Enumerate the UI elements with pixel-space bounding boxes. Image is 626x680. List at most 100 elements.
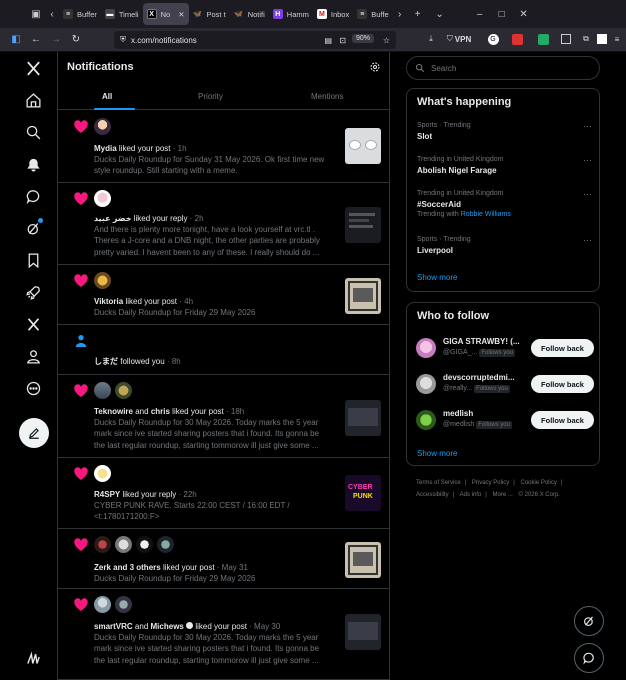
address-bar[interactable]: ⛨ x.com/notifications ▤ ⊡ 90% ☆ — [114, 31, 396, 49]
bookmark-star-icon[interactable]: ☆ — [383, 36, 390, 45]
tab-priority[interactable]: Priority — [198, 92, 223, 101]
more-dots-icon[interactable]: ··· — [583, 235, 592, 245]
reload-icon[interactable]: ↻ — [66, 30, 86, 50]
new-tab-icon[interactable]: + — [407, 9, 429, 20]
browser-tab[interactable]: ≡ Buffe — [353, 3, 392, 25]
explore-search-icon[interactable] — [19, 118, 47, 146]
post-thumbnail[interactable] — [345, 400, 381, 436]
avatar[interactable] — [136, 536, 153, 553]
actor-name[interactable]: chris — [151, 407, 170, 416]
footer-link[interactable]: Ads info — [460, 492, 482, 498]
premium-x-icon[interactable] — [19, 310, 47, 338]
more-options-icon[interactable] — [19, 374, 47, 402]
trend-item[interactable]: Trending in United Kingdom Abolish Nigel… — [417, 155, 592, 176]
site-info-icon[interactable]: ⛨ — [120, 35, 126, 45]
browser-tab[interactable]: H Hamm — [269, 3, 313, 25]
notification-item[interactable]: smartVRC and Michews liked your post · M… — [58, 589, 389, 680]
window-close-icon[interactable]: ✕ — [513, 9, 535, 20]
avatar[interactable] — [115, 382, 132, 399]
browser-tab-active[interactable]: X No ✕ — [142, 3, 189, 25]
profile-icon[interactable] — [19, 342, 47, 370]
avatar[interactable] — [115, 596, 132, 613]
notification-item[interactable]: Viktoria liked your post · 4h Ducks Dail… — [58, 265, 389, 325]
settings-gear-icon[interactable] — [369, 61, 381, 73]
footer-link[interactable]: More ... — [493, 492, 513, 498]
footer-link[interactable]: Terms of Service — [416, 480, 461, 486]
tab-overview-icon[interactable]: ▣ — [27, 5, 45, 23]
grok-float-button[interactable] — [574, 606, 604, 636]
avatar[interactable] — [94, 118, 111, 135]
post-thumbnail[interactable] — [345, 278, 381, 314]
grok-icon[interactable] — [19, 214, 47, 242]
avatar[interactable] — [94, 272, 111, 289]
notification-item[interactable]: Mydia liked your post · 1h Ducks Daily R… — [58, 111, 389, 183]
browser-tab[interactable]: 🦋 Post t — [189, 3, 230, 25]
reader-view-icon[interactable]: ▤ — [324, 36, 332, 45]
avatar[interactable] — [416, 410, 436, 430]
more-dots-icon[interactable]: ··· — [583, 189, 592, 199]
messages-float-button[interactable] — [574, 643, 604, 673]
save-page-icon[interactable]: ⊡ — [339, 36, 346, 45]
footer-link[interactable]: Accessibility — [416, 492, 449, 498]
show-more-link[interactable]: Show more — [417, 449, 457, 458]
notification-item[interactable]: Zerk and 3 others liked your post · May … — [58, 529, 389, 589]
follow-back-button[interactable]: Follow back — [531, 411, 594, 429]
show-more-link[interactable]: Show more — [417, 273, 457, 282]
avatar[interactable] — [115, 536, 132, 553]
search-input[interactable]: Search — [406, 56, 600, 80]
actor-name[interactable]: しまだ — [94, 357, 118, 366]
trending-with-link[interactable]: Robbie Williams — [461, 211, 511, 218]
footer-link[interactable]: Privacy Policy — [472, 480, 509, 486]
notification-item[interactable]: خضر عبيد liked your reply · 2h And there… — [58, 183, 389, 265]
tab-mentions[interactable]: Mentions — [311, 92, 343, 101]
trend-item[interactable]: Sports · Trending Slot ··· — [417, 121, 592, 142]
sidebar-toggle-icon[interactable]: ◧ — [6, 30, 26, 50]
avatar[interactable] — [94, 465, 111, 482]
avatar[interactable] — [416, 374, 436, 394]
notification-item[interactable]: R4SPY liked your reply · 22h CYBER PUNK … — [58, 458, 389, 529]
avatar[interactable] — [157, 536, 174, 553]
browser-tab[interactable]: M Inbox — [313, 3, 353, 25]
zoom-level[interactable]: 90% — [351, 34, 374, 43]
maximize-icon[interactable]: □ — [491, 9, 513, 20]
back-icon[interactable]: ← — [26, 30, 46, 50]
trend-item[interactable]: Trending in United Kingdom #SoccerAid Tr… — [417, 189, 592, 220]
notification-item[interactable]: しまだ followed you · 8h — [58, 325, 389, 375]
avatar[interactable] — [416, 338, 436, 358]
tab-all[interactable]: All — [102, 92, 112, 101]
actor-name[interactable]: Mydia — [94, 144, 117, 153]
home-icon[interactable] — [19, 86, 47, 114]
actor-name[interactable]: Teknowire — [94, 407, 133, 416]
footer-link[interactable]: Cookie Policy — [521, 480, 557, 486]
post-thumbnail[interactable] — [345, 128, 381, 164]
post-thumbnail[interactable] — [345, 542, 381, 578]
forward-icon[interactable]: → — [46, 30, 66, 50]
compose-post-button[interactable] — [19, 418, 49, 448]
notifications-bell-icon[interactable] — [19, 150, 47, 178]
actor-name[interactable]: R4SPY — [94, 490, 120, 499]
extension-box-icon[interactable] — [560, 31, 572, 47]
more-dots-icon[interactable]: ··· — [583, 155, 592, 165]
downloads-icon[interactable]: ⤓ — [424, 31, 438, 47]
tab-scroll-right-icon[interactable]: › — [393, 9, 407, 20]
follow-suggestion[interactable]: GIGA STRAWBY! (... @GIGA_... Follows you … — [416, 334, 594, 362]
extensions-puzzle-icon[interactable]: ⧉ — [580, 31, 592, 47]
extension-green-icon[interactable] — [536, 31, 550, 47]
rocket-icon[interactable] — [19, 278, 47, 306]
minimize-icon[interactable]: – — [469, 9, 491, 20]
tab-list-chevron-icon[interactable]: ⌄ — [429, 9, 451, 20]
close-tab-icon[interactable]: ✕ — [178, 10, 184, 19]
follow-back-button[interactable]: Follow back — [531, 339, 594, 357]
grammarly-icon[interactable]: G — [486, 31, 500, 47]
follow-back-button[interactable]: Follow back — [531, 375, 594, 393]
post-thumbnail[interactable] — [345, 207, 381, 243]
avatar[interactable] — [94, 382, 111, 399]
post-thumbnail[interactable] — [345, 614, 381, 650]
actor-name[interactable]: Zerk — [94, 563, 111, 572]
actor-name[interactable]: Michews — [151, 622, 184, 631]
avatar[interactable] — [94, 190, 111, 207]
actor-name[interactable]: smartVRC — [94, 622, 133, 631]
actor-name[interactable]: خضر عبيد — [94, 214, 131, 223]
messages-icon[interactable] — [19, 182, 47, 210]
menu-icon[interactable]: ≡ — [612, 31, 622, 47]
